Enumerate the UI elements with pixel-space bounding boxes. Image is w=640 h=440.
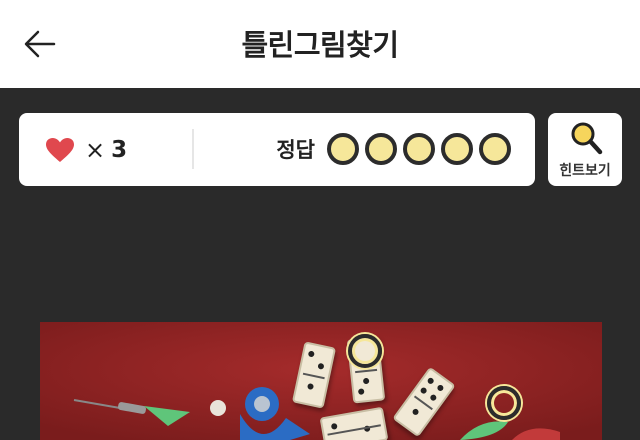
answer-slot	[403, 133, 435, 165]
hint-label: 힌트보기	[559, 163, 611, 179]
answer-slot	[441, 133, 473, 165]
answer-slot	[365, 133, 397, 165]
app-header: 틀린그림찾기	[0, 0, 640, 88]
answer-slot	[479, 133, 511, 165]
found-marker	[487, 386, 521, 420]
status-card: × 3 정답	[19, 113, 535, 186]
heart-icon	[46, 138, 74, 162]
lives-counter: × 3	[45, 135, 127, 165]
answers-label: 정답	[276, 138, 315, 162]
page-title: 틀린그림찾기	[241, 28, 399, 62]
divider	[192, 129, 194, 169]
lives-count: 3	[111, 136, 128, 163]
hint-button[interactable]: 힌트보기	[548, 113, 622, 186]
found-marker	[348, 334, 382, 368]
magnifier-icon	[571, 122, 603, 155]
answers-progress: 정답	[276, 131, 511, 167]
puzzle-image[interactable]	[40, 322, 602, 440]
answer-slot	[327, 133, 359, 165]
lives-multiplier: ×	[85, 136, 106, 164]
